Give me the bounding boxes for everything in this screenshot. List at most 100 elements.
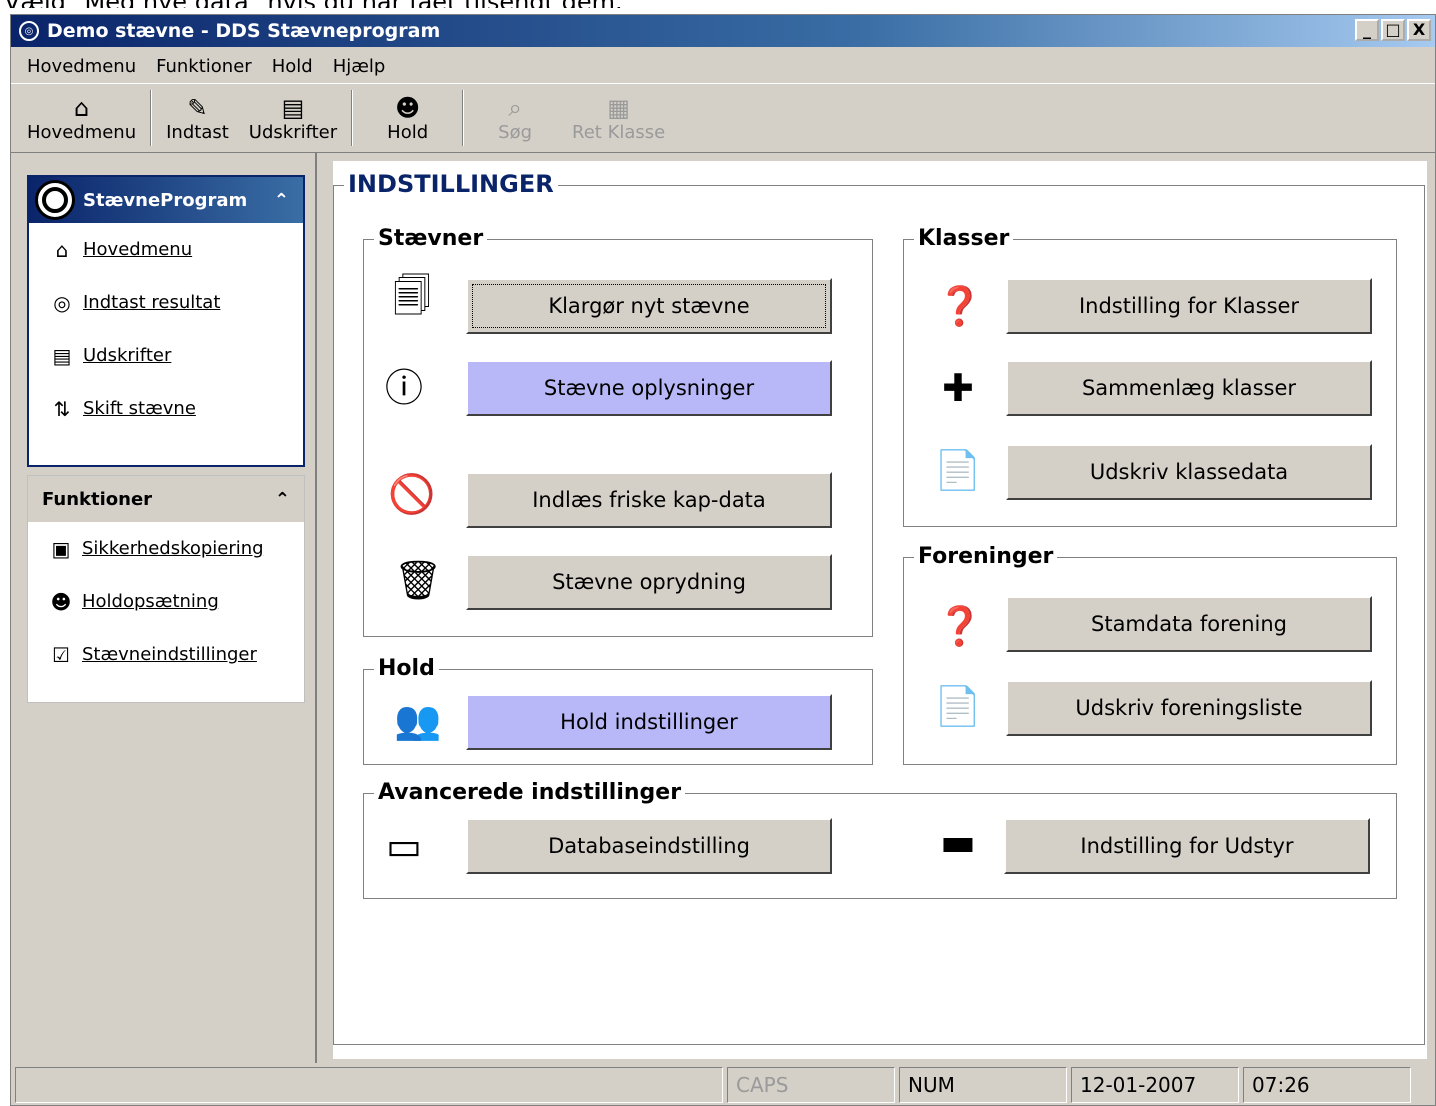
sidebar-item-staevneindstillinger[interactable]: ☑ Stævneindstillinger <box>28 628 304 681</box>
collapse-icon[interactable]: ⌃ <box>275 489 290 510</box>
group-title: Foreninger <box>914 544 1058 569</box>
toolbar-indtast-button[interactable]: ✎ Indtast <box>156 84 239 152</box>
sidebar-item-label: Skift stævne <box>83 398 196 419</box>
sidebar-item-label: Stævneindstillinger <box>82 644 257 665</box>
group-title: Hold <box>374 656 439 681</box>
sammenlaeg-klasser-button[interactable]: Sammenlæg klasser <box>1006 360 1372 416</box>
udskriv-foreningsliste-button[interactable]: Udskriv foreningsliste <box>1006 680 1372 736</box>
settings-check-icon: ☑ <box>52 642 70 667</box>
team-icon: ☻ <box>395 93 421 122</box>
group-title: Klasser <box>914 226 1014 251</box>
staevner-group: Stævner 🗐 Klargør nyt stævne ⓘ Stævne op… <box>363 226 873 637</box>
sidebar-item-label: Sikkerhedskopiering <box>82 538 264 559</box>
toolbar-label: Udskrifter <box>248 121 338 143</box>
database-drive-icon: ▭ <box>386 824 422 868</box>
sidebar-item-hovedmenu[interactable]: ⌂ Hovedmenu <box>29 223 303 276</box>
team-icon: 👥 <box>394 697 442 742</box>
document-no-icon: 🚫 <box>388 471 436 516</box>
toolbar-label: Ret Klasse <box>572 121 666 143</box>
hold-group: Hold 👥 Hold indstillinger <box>363 656 873 765</box>
merge-plus-icon: ✚ <box>942 366 974 410</box>
sidebar-item-skift-staevne[interactable]: ⇅ Skift stævne <box>29 382 303 435</box>
panel-title: Funktioner <box>42 488 153 510</box>
app-target-icon: ◎ <box>19 21 39 41</box>
udskriv-klassedata-button[interactable]: Udskriv klassedata <box>1006 444 1372 500</box>
panel-header[interactable]: Funktioner ⌃ <box>28 476 304 522</box>
menu-hold[interactable]: Hold <box>262 56 323 77</box>
klasser-group: Klasser ❓ Indstilling for Klasser ✚ Samm… <box>903 226 1397 527</box>
info-icon: ⓘ <box>384 365 423 410</box>
status-num: NUM <box>899 1067 1067 1103</box>
toolbar-hovedmenu-button[interactable]: ⌂ Hovedmenu <box>17 84 146 152</box>
funktioner-panel: Funktioner ⌃ ▣ Sikkerhedskopiering ☻ Hol… <box>27 475 305 703</box>
edit-class-icon: ▦ <box>607 93 630 122</box>
menu-funktioner[interactable]: Funktioner <box>146 56 262 77</box>
maximize-button[interactable]: □ <box>1381 19 1405 41</box>
trash-icon: 🗑 <box>393 557 443 602</box>
menu-bar: Hovedmenu Funktioner Hold Hjælp <box>11 51 1435 81</box>
sidebar-item-label: Holdopsætning <box>82 591 219 612</box>
sidebar: StævneProgram ⌃ ⌂ Hovedmenu ◎ Indtast re… <box>11 153 317 1063</box>
sidebar-item-sikkerhedskopiering[interactable]: ▣ Sikkerhedskopiering <box>28 522 304 575</box>
staevne-oprydning-button[interactable]: Stævne oprydning <box>466 554 832 610</box>
device-icon: ▬ <box>940 820 976 864</box>
minimize-button[interactable]: _ <box>1355 19 1379 41</box>
save-icon: ▣ <box>51 536 71 561</box>
sidebar-item-indtast-resultat[interactable]: ◎ Indtast resultat <box>29 276 303 329</box>
print-document-icon: 📄 <box>934 447 982 492</box>
indstilling-for-klasser-button[interactable]: Indstilling for Klasser <box>1006 278 1372 334</box>
app-window: ◎ Demo stævne - DDS Stævneprogram _ □ X … <box>10 14 1436 1106</box>
toolbar-ret-klasse-button[interactable]: ▦ Ret Klasse <box>562 84 675 152</box>
toolbar-hold-button[interactable]: ☻ Hold <box>357 84 458 152</box>
stamdata-forening-button[interactable]: Stamdata forening <box>1006 596 1372 652</box>
question-document-icon: ❓ <box>936 283 984 328</box>
printer-icon: ▤ <box>52 343 72 368</box>
staevne-oplysninger-button[interactable]: Stævne oplysninger <box>466 360 832 416</box>
status-message <box>15 1067 723 1103</box>
pencil-icon: ✎ <box>187 93 208 122</box>
klargoer-nyt-staevne-button[interactable]: Klargør nyt stævne <box>466 278 832 334</box>
toolbar-separator <box>150 90 153 146</box>
sidebar-item-label: Hovedmenu <box>83 239 193 260</box>
status-caps: CAPS <box>727 1067 895 1103</box>
status-date: 12-01-2007 <box>1071 1067 1239 1103</box>
indlaes-friske-kap-data-button[interactable]: Indlæs friske kap-data <box>466 472 832 528</box>
toolbar-udskrifter-button[interactable]: ▤ Udskrifter <box>239 84 347 152</box>
background-instruction-text: Vælg "Med nye data" hvis du har fået til… <box>0 0 623 8</box>
toolbar: ⌂ Hovedmenu ✎ Indtast ▤ Udskrifter ☻ Hol… <box>11 83 1435 153</box>
menu-hjaelp[interactable]: Hjælp <box>323 56 396 77</box>
team-icon: ☻ <box>50 589 72 614</box>
status-time: 07:26 <box>1243 1067 1411 1103</box>
printer-icon: ▤ <box>281 93 305 122</box>
sidebar-item-udskrifter[interactable]: ▤ Udskrifter <box>29 329 303 382</box>
title-bar: ◎ Demo stævne - DDS Stævneprogram _ □ X <box>11 15 1435 47</box>
indstilling-for-udstyr-button[interactable]: Indstilling for Udstyr <box>1004 818 1370 874</box>
hold-indstillinger-button[interactable]: Hold indstillinger <box>466 694 832 750</box>
menu-hovedmenu[interactable]: Hovedmenu <box>17 56 146 77</box>
panel-title: StævneProgram <box>83 189 248 211</box>
target-logo-icon <box>35 180 75 220</box>
sidebar-item-holdopsaetning[interactable]: ☻ Holdopsætning <box>28 575 304 628</box>
page-title: INDSTILLINGER <box>344 170 558 198</box>
close-button[interactable]: X <box>1407 19 1431 41</box>
toolbar-soeg-button[interactable]: ⌕ Søg <box>468 84 562 152</box>
toolbar-label: Hovedmenu <box>27 121 137 143</box>
collapse-icon[interactable]: ⌃ <box>274 190 289 211</box>
home-icon: ⌂ <box>55 237 69 262</box>
main-panel: INDSTILLINGER Stævner 🗐 Klargør nyt stæv… <box>333 161 1427 1059</box>
switch-icon: ⇅ <box>53 396 71 421</box>
document-copy-icon: 🗐 <box>393 273 431 318</box>
foreninger-group: Foreninger ❓ Stamdata forening 📄 Udskriv… <box>903 544 1397 765</box>
sidebar-item-label: Indtast resultat <box>83 292 221 313</box>
toolbar-separator <box>351 90 354 146</box>
panel-header[interactable]: StævneProgram ⌃ <box>29 177 303 223</box>
target-icon: ◎ <box>53 290 71 315</box>
sidebar-item-label: Udskrifter <box>83 345 172 366</box>
home-icon: ⌂ <box>73 93 90 122</box>
toolbar-label: Indtast <box>166 121 229 143</box>
group-title: Avancerede indstillinger <box>374 780 686 805</box>
databaseindstilling-button[interactable]: Databaseindstilling <box>466 818 832 874</box>
toolbar-label: Søg <box>498 121 533 143</box>
toolbar-separator <box>462 90 465 146</box>
question-document-icon: ❓ <box>936 603 984 648</box>
